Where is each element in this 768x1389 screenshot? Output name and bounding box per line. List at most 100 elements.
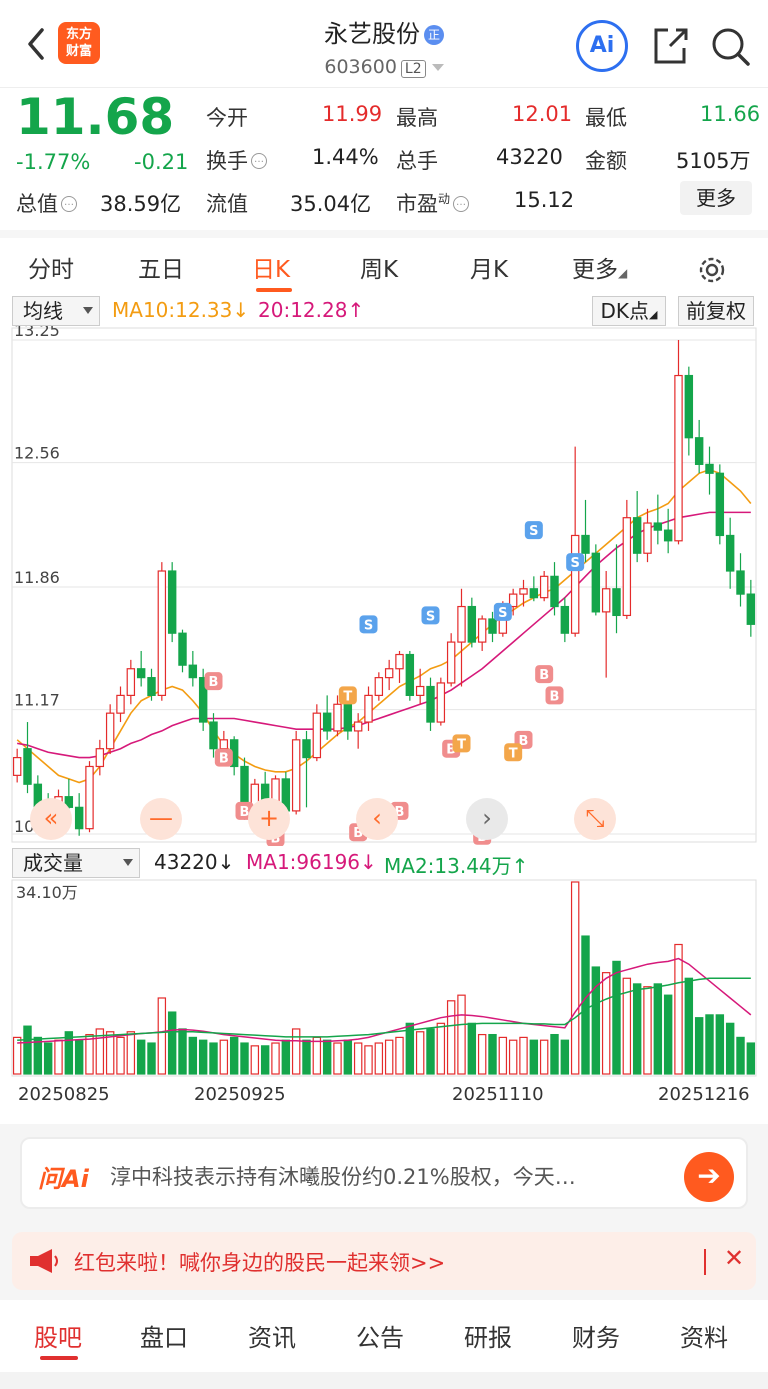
candle <box>632 517 642 554</box>
volume-bar <box>736 1036 745 1075</box>
candle <box>415 685 425 696</box>
megaphone-icon <box>30 1249 58 1273</box>
candle <box>643 522 652 554</box>
adjust-button[interactable]: 前复权 <box>678 296 754 326</box>
candle <box>736 570 745 595</box>
candle <box>612 588 621 617</box>
more-quote-button[interactable]: 更多 <box>680 181 752 215</box>
volume-bar <box>116 1036 125 1075</box>
y-tick-label: 12.56 <box>14 444 60 463</box>
kline-chart[interactable]: 13.2512.5611.8611.1710.47BBBBTBSBSBTBSBT… <box>0 326 768 846</box>
volume-bar <box>136 1039 146 1075</box>
candle <box>694 437 704 465</box>
volume-bar <box>54 1039 63 1075</box>
promo-banner[interactable]: 红包来啦！喊你身边的股民一起来领>> ✕ <box>12 1232 756 1290</box>
volume-bar <box>674 943 683 1075</box>
volume-chart[interactable]: 34.10万 <box>0 878 768 1078</box>
volume-bar <box>364 1045 373 1075</box>
candle <box>343 703 353 732</box>
tab-more[interactable]: 更多◢ <box>572 250 627 284</box>
candle <box>302 739 311 759</box>
candle <box>436 682 446 723</box>
scroll-right-button[interactable]: › <box>466 798 508 840</box>
info-icon[interactable]: … <box>453 196 470 212</box>
volume-bar <box>581 935 590 1075</box>
ai-button[interactable]: Ai <box>576 20 628 72</box>
volume-bar <box>281 1039 291 1075</box>
volume-bar <box>601 972 611 1075</box>
volume-bar <box>198 1039 208 1075</box>
volume-bar <box>570 881 580 1075</box>
scroll-left-fast-button[interactable]: « <box>30 798 72 840</box>
volume-value: 43220 <box>496 145 563 169</box>
amount-label: 金额 <box>585 149 627 173</box>
tab-monthly-k[interactable]: 月K <box>470 250 508 284</box>
signal-marker-label: S <box>570 556 579 571</box>
candle <box>74 806 84 830</box>
volume-bar <box>147 1042 156 1075</box>
volume-bar <box>653 983 663 1075</box>
candle <box>705 463 714 474</box>
dk-point-button[interactable]: DK点◢ <box>592 296 666 326</box>
volume-bar <box>291 1028 301 1075</box>
volume-bar <box>436 1022 446 1075</box>
tab-intraday[interactable]: 分时 <box>28 250 74 284</box>
amount-value: 5105万 <box>676 149 751 173</box>
indicator-select[interactable]: 均线 <box>12 296 100 326</box>
candle <box>167 570 177 634</box>
volume-bar <box>457 994 466 1075</box>
info-icon[interactable]: … <box>61 196 77 212</box>
ai-question-bar[interactable]: 问Ai 淳中科技表示持有沐曦股份约0.21%股权，今天… ➔ <box>20 1137 748 1209</box>
volume-bar <box>684 977 694 1075</box>
candle <box>488 618 497 634</box>
candle <box>663 529 673 542</box>
change-percent: -1.77% <box>16 150 91 174</box>
ai-headline[interactable]: 淳中科技表示持有沐曦股份约0.21%股权，今天… <box>110 1161 670 1191</box>
scroll-left-button[interactable]: ‹ <box>356 798 398 840</box>
tab-profile[interactable]: 资料 <box>680 1318 728 1353</box>
candle <box>178 632 187 666</box>
tab-daily-k[interactable]: 日K <box>252 250 290 284</box>
share-icon[interactable] <box>648 24 692 68</box>
low-value: 11.66 <box>700 102 761 126</box>
search-icon[interactable] <box>708 24 752 68</box>
period-tabs: 分时 五日 日K 周K 月K 更多◢ <box>0 230 768 292</box>
tab-pankou[interactable]: 盘口 <box>140 1318 188 1353</box>
open-label: 今开 <box>206 106 248 130</box>
tab-finance[interactable]: 财务 <box>572 1318 620 1353</box>
candle <box>405 653 415 696</box>
zoom-in-button[interactable]: + <box>248 798 290 840</box>
volume-bar <box>446 1000 456 1075</box>
volume-bar <box>74 1039 84 1075</box>
candle <box>157 570 167 696</box>
zoom-out-button[interactable]: — <box>140 798 182 840</box>
change-amount: -0.21 <box>134 150 189 174</box>
volume-bar <box>322 1039 332 1075</box>
candle <box>322 712 332 732</box>
tab-weekly-k[interactable]: 周K <box>360 250 398 284</box>
candle <box>209 721 218 750</box>
tab-guba[interactable]: 股吧 <box>34 1318 82 1353</box>
tab-news[interactable]: 资讯 <box>248 1318 296 1353</box>
tab-announcements[interactable]: 公告 <box>356 1318 404 1353</box>
volume-bar <box>705 1014 714 1075</box>
chart-frame <box>11 327 757 843</box>
tab-five-day[interactable]: 五日 <box>138 250 184 284</box>
close-icon[interactable]: ✕ <box>724 1244 744 1272</box>
volume-bar <box>560 1039 570 1075</box>
volume-bar <box>591 966 601 1075</box>
tab-research[interactable]: 研报 <box>464 1318 512 1353</box>
info-icon[interactable]: … <box>251 153 267 169</box>
fullscreen-button[interactable]: ⤡ <box>574 798 616 840</box>
candle <box>550 575 559 608</box>
ma20-readout: 20:12.28↑ <box>258 298 365 322</box>
stock-code: 603600 <box>324 56 397 78</box>
signal-marker-label: S <box>498 606 507 621</box>
settings-gear-icon[interactable] <box>696 254 728 286</box>
volume-bar <box>209 1042 218 1075</box>
volume-bar <box>302 1039 311 1075</box>
volume-indicator-select[interactable]: 成交量 <box>12 848 140 878</box>
arrow-right-icon[interactable]: ➔ <box>684 1152 734 1202</box>
signal-marker-label: T <box>509 746 518 761</box>
volume-bar <box>467 1022 477 1075</box>
